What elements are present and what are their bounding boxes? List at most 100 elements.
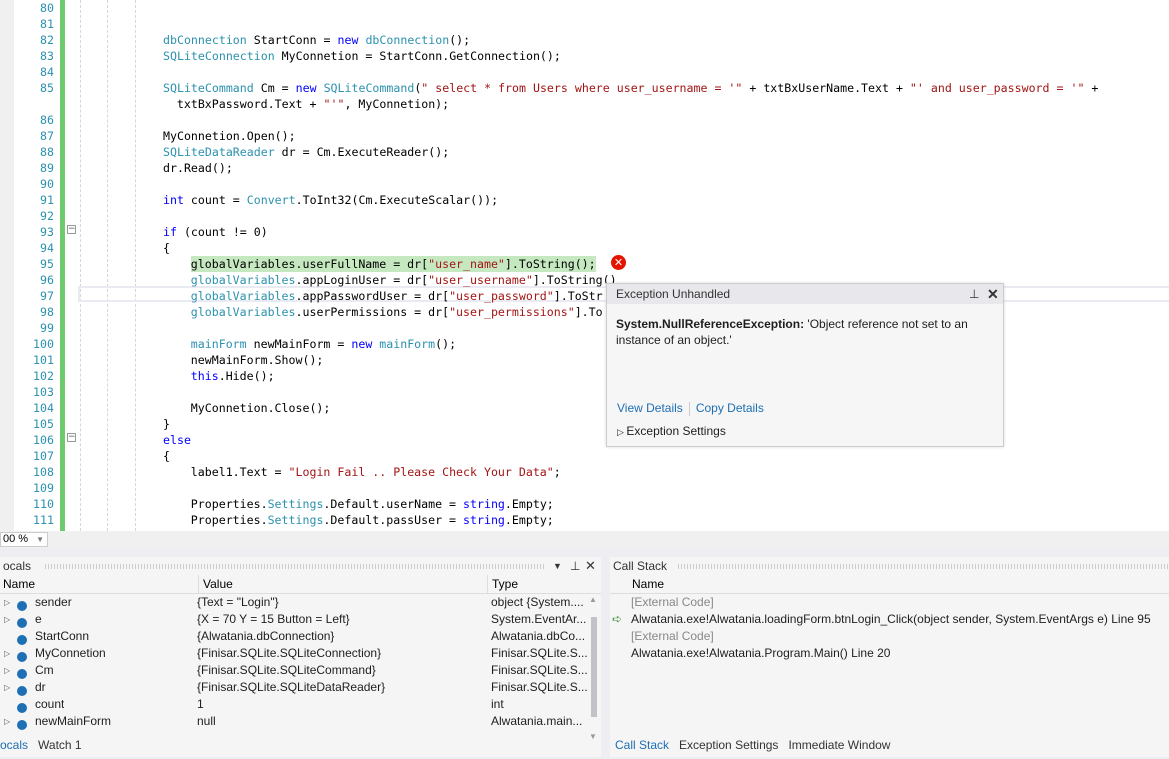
code-line[interactable]: 109 [0,480,1169,496]
code-line[interactable]: 87 MyConnetion.Open(); [0,128,1169,144]
copy-details-link[interactable]: Copy Details [696,401,764,415]
code-token: SQLiteDataReader [163,145,282,159]
line-number: 109 [33,481,54,495]
close-icon[interactable]: ✕ [585,557,596,575]
code-line[interactable]: 83 SQLiteConnection MyConnetion = StartCo… [0,48,1169,64]
code-token: Convert [246,193,296,207]
scrollbar[interactable]: ▲ ▼ [589,595,599,741]
tab-immediate-window[interactable]: Immediate Window [783,735,895,755]
line-number: 93 [40,225,54,239]
view-details-link[interactable]: View Details [617,401,683,415]
call-stack-frame[interactable]: [External Code] [610,628,1169,645]
code-token: count = [190,193,247,207]
code-line[interactable]: 85 SQLiteCommand Cm = new SQLiteCommand("… [0,80,1169,96]
code-token: "user_username" [428,273,533,287]
code-token: .ToInt32(Cm.ExecuteScalar()); [295,193,499,207]
code-token: { [163,241,170,255]
code-line[interactable]: 94 { [0,240,1169,256]
code-line[interactable]: 92 [0,208,1169,224]
code-line[interactable]: 110 Properties.Settings.Default.userName … [0,496,1169,512]
locals-row[interactable]: ▷ newMainForm null Alwatania.main... [0,713,601,730]
variable-value[interactable]: {Finisar.SQLite.SQLiteConnection} [197,645,381,662]
collapse-toggle[interactable]: − [67,433,76,442]
locals-row[interactable]: ▷ dr {Finisar.SQLite.SQLiteDataReader} Fini… [0,679,601,696]
call-stack-frame[interactable]: [External Code] [610,594,1169,611]
code-token: this [190,369,219,383]
locals-row[interactable]: ▷ e {X = 70 Y = 15 Button = Left} System.Ev… [0,611,601,628]
code-line[interactable]: 95 globalVariables.userFullName = dr["use… [0,256,1169,272]
variable-value[interactable]: null [197,713,216,730]
code-token: (); [449,33,471,47]
code-token: "user_password" [449,289,554,303]
code-line[interactable]: txtBxPassword.Text + "'", MyConnetion); [0,96,1169,112]
expand-arrow-icon[interactable]: ▷ [4,713,10,730]
code-line[interactable]: 89 dr.Read(); [0,160,1169,176]
code-token: .Default.passUser = [323,513,464,527]
dropdown-icon[interactable]: ▼ [553,557,562,575]
expand-arrow-icon[interactable]: ▷ [4,611,10,628]
current-frame-arrow-icon: ➪ [612,612,623,626]
code-token: "'" [323,97,345,111]
variable-value[interactable]: {Finisar.SQLite.SQLiteCommand} [197,662,376,679]
variable-icon [17,716,27,733]
code-line[interactable]: 108 label1.Text = "Login Fail .. Please C… [0,464,1169,480]
panel-grip[interactable] [678,564,1168,569]
variable-name: newMainForm [35,714,112,728]
line-number: 110 [33,497,54,511]
pin-icon[interactable]: ⊥ [570,557,580,575]
code-line[interactable]: 86 [0,112,1169,128]
variable-type: Finisar.SQLite.S... [491,680,588,694]
zoom-combo[interactable]: 00 % ▼ [0,532,48,547]
column-header-type[interactable]: Type [487,575,518,594]
variable-value[interactable]: {Alwatania.dbConnection} [197,628,334,645]
code-line[interactable]: 91 int count = Convert.ToInt32(Cm.Execute… [0,192,1169,208]
tab-watch-1[interactable]: Watch 1 [33,735,87,755]
expand-arrow-icon[interactable]: ▷ [4,594,10,611]
locals-row[interactable]: StartConn {Alwatania.dbConnection} Alwatan… [0,628,601,645]
code-line[interactable]: 111 Properties.Settings.Default.passUser … [0,512,1169,528]
pin-icon[interactable]: ⊥ [969,284,979,304]
call-stack-frame[interactable]: ➪ Alwatania.exe!Alwatania.loadingForm.btn… [610,611,1169,628]
column-header-name[interactable]: Name [632,575,664,594]
code-token: "user_name" [428,257,505,271]
tab-call-stack[interactable]: Call Stack [610,735,675,755]
code-token: .appPasswordUser = dr[ [295,289,450,303]
code-text: MyConnetion.Close(); [191,400,331,416]
code-line[interactable]: 93 if (count != 0) [0,224,1169,240]
column-header-name[interactable]: Name [3,575,35,594]
tab-ocals[interactable]: ocals [0,735,34,755]
code-line[interactable]: 107 { [0,448,1169,464]
error-icon[interactable]: ✕ [611,255,626,270]
code-token: dr = Cm.ExecuteReader(); [281,145,450,159]
expand-arrow-icon[interactable]: ▷ [4,645,10,662]
locals-row[interactable]: ▷ MyConnetion {Finisar.SQLite.SQLiteConnec… [0,645,601,662]
tab-exception-settings[interactable]: Exception Settings [674,735,783,755]
code-editor[interactable]: 80 81 82 dbConnection StartConn = new dbCon… [0,0,1169,531]
code-line[interactable]: 84 [0,64,1169,80]
zoom-value: 00 % [3,533,29,545]
code-line[interactable]: 88 SQLiteDataReader dr = Cm.ExecuteReader… [0,144,1169,160]
locals-row[interactable]: ▷ Cm {Finisar.SQLite.SQLiteCommand} Finisar… [0,662,601,679]
exception-settings-expander[interactable]: ▷ Exception Settings [617,424,726,438]
locals-row[interactable]: count 1 int [0,696,601,713]
code-token: MyConnetion.Open(); [163,129,296,143]
code-line[interactable]: 82 dbConnection StartConn = new dbConnect… [0,32,1169,48]
panel-grip[interactable] [45,564,545,569]
call-stack-frame[interactable]: Alwatania.exe!Alwatania.Program.Main() L… [610,645,1169,662]
locals-row[interactable]: ▷ sender {Text = "Login"} object {System...… [0,594,601,611]
variable-value[interactable]: {Finisar.SQLite.SQLiteDataReader} [197,679,385,696]
expand-arrow-icon[interactable]: ▷ [4,679,10,696]
code-token: label1.Text = [190,465,289,479]
expand-arrow-icon[interactable]: ▷ [4,662,10,679]
variable-value[interactable]: 1 [197,696,204,713]
code-line[interactable]: 80 [0,0,1169,16]
collapse-toggle[interactable]: − [67,225,76,234]
code-line[interactable]: 81 [0,16,1169,32]
code-line[interactable]: 90 [0,176,1169,192]
line-number: 91 [40,193,54,207]
variable-value[interactable]: {X = 70 Y = 15 Button = Left} [197,611,350,628]
expand-arrow-icon: ▷ [617,427,627,437]
close-icon[interactable]: ✕ [987,284,999,304]
variable-value[interactable]: {Text = "Login"} [197,594,279,611]
column-header-value[interactable]: Value [198,575,233,594]
